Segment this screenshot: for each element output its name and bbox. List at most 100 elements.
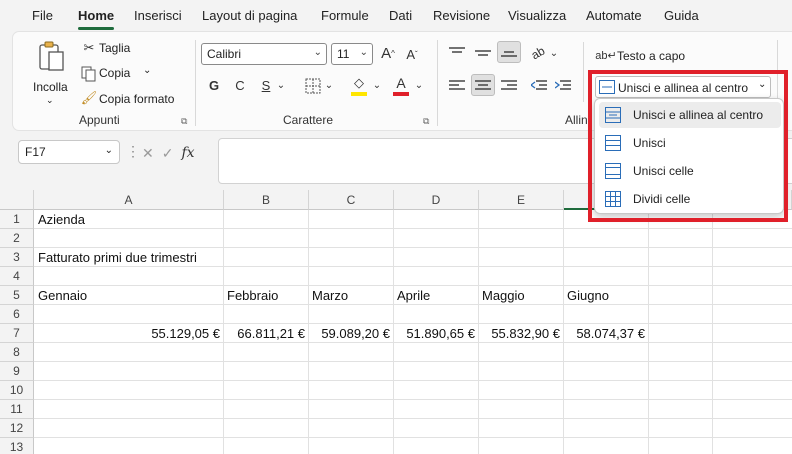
cell-a7[interactable]: 55.129,05 € bbox=[34, 324, 220, 343]
cut-button[interactable]: ✂ Taglia bbox=[81, 40, 141, 58]
tab-data[interactable]: Dati bbox=[389, 8, 412, 23]
row-header-5[interactable]: 5 bbox=[0, 286, 34, 305]
font-size-select[interactable]: 11 ⌄ bbox=[331, 43, 373, 65]
align-middle-icon[interactable] bbox=[475, 46, 491, 60]
tab-insert[interactable]: Inserisci bbox=[134, 8, 182, 23]
active-tab-indicator bbox=[78, 27, 114, 30]
cell-c5[interactable]: Marzo bbox=[312, 286, 348, 305]
cell-f5[interactable]: Giugno bbox=[567, 286, 609, 305]
chevron-down-icon[interactable]: ⌄ bbox=[143, 65, 151, 76]
cell-a3[interactable]: Fatturato primi due trimestri bbox=[38, 248, 197, 267]
row-header-11[interactable]: 11 bbox=[0, 400, 34, 419]
insert-function-icon[interactable]: fx bbox=[181, 145, 194, 161]
fill-color-button[interactable]: ◇ bbox=[349, 75, 371, 97]
chevron-down-icon[interactable]: ⌄ bbox=[371, 76, 383, 94]
underline-button[interactable]: S bbox=[257, 76, 275, 94]
confirm-icon[interactable]: ✓ bbox=[162, 145, 174, 162]
align-left-icon[interactable] bbox=[449, 79, 465, 93]
paintbrush-icon: 🖌 bbox=[80, 90, 98, 105]
more-options-icon[interactable]: ⋮ bbox=[126, 143, 140, 160]
column-gridline bbox=[648, 210, 649, 454]
paste-button[interactable]: Incolla ⌄ bbox=[31, 38, 71, 108]
wrap-text-button[interactable]: ab↵ Testo a capo bbox=[595, 46, 707, 66]
copy-button[interactable]: Copia ⌄ bbox=[81, 65, 161, 83]
tab-review[interactable]: Revisione bbox=[433, 8, 490, 23]
cell-f7[interactable]: 58.074,37 € bbox=[564, 324, 645, 343]
borders-icon[interactable] bbox=[305, 78, 321, 94]
align-bottom-icon bbox=[501, 51, 517, 57]
merge-across-icon bbox=[605, 135, 621, 151]
row-gridline bbox=[34, 399, 792, 400]
column-header-a[interactable]: A bbox=[34, 190, 224, 210]
bold-button[interactable]: G bbox=[205, 76, 223, 94]
dialog-launcher-icon[interactable]: ⧉ bbox=[423, 116, 429, 127]
tab-page-layout[interactable]: Layout di pagina bbox=[202, 8, 297, 23]
wrap-text-label: Testo a capo bbox=[617, 49, 686, 63]
font-color-button[interactable]: A bbox=[391, 75, 413, 97]
merge-center-button[interactable]: Unisci e allinea al centro ⌄ bbox=[595, 76, 771, 98]
font-name-select[interactable]: Calibri ⌄ bbox=[201, 43, 327, 65]
name-box[interactable]: F17 ⌄ bbox=[18, 140, 120, 164]
align-top-icon[interactable] bbox=[449, 46, 465, 60]
row-header-2[interactable]: 2 bbox=[0, 229, 34, 248]
row-header-13[interactable]: 13 bbox=[0, 438, 34, 454]
chevron-down-icon[interactable]: ⌄ bbox=[323, 76, 335, 94]
cancel-icon[interactable]: ✕ bbox=[142, 145, 154, 162]
row-header-6[interactable]: 6 bbox=[0, 305, 34, 324]
column-header-e[interactable]: E bbox=[479, 190, 564, 210]
italic-button[interactable]: C bbox=[231, 76, 249, 94]
increase-indent-icon[interactable] bbox=[555, 79, 571, 93]
tab-formulas[interactable]: Formule bbox=[321, 8, 369, 23]
row-header-9[interactable]: 9 bbox=[0, 362, 34, 381]
decrease-font-size-icon[interactable]: Aˇ bbox=[403, 45, 421, 63]
cell-e5[interactable]: Maggio bbox=[482, 286, 525, 305]
cell-b7[interactable]: 66.811,21 € bbox=[224, 324, 305, 343]
cell-d7[interactable]: 51.890,65 € bbox=[394, 324, 475, 343]
chevron-down-icon[interactable]: ⌄ bbox=[413, 76, 425, 94]
cell-d5[interactable]: Aprile bbox=[397, 286, 430, 305]
tab-home[interactable]: Home bbox=[78, 8, 114, 23]
chevron-down-icon: ⌄ bbox=[758, 79, 767, 90]
cell-c7[interactable]: 59.089,20 € bbox=[309, 324, 390, 343]
row-header-12[interactable]: 12 bbox=[0, 419, 34, 438]
chevron-down-icon[interactable]: ⌄ bbox=[275, 76, 287, 94]
align-center-button[interactable] bbox=[471, 74, 495, 96]
column-header-d[interactable]: D bbox=[394, 190, 479, 210]
menu-item-merge-cells[interactable]: Unisci celle bbox=[599, 158, 781, 184]
cut-label: Taglia bbox=[99, 41, 131, 55]
tab-file[interactable]: File bbox=[32, 8, 53, 23]
dialog-launcher-icon[interactable]: ⧉ bbox=[181, 116, 187, 127]
row-header-10[interactable]: 10 bbox=[0, 381, 34, 400]
menu-item-unmerge-cells[interactable]: Dividi celle bbox=[599, 186, 781, 212]
cell-b5[interactable]: Febbraio bbox=[227, 286, 278, 305]
decrease-indent-icon[interactable] bbox=[531, 79, 547, 93]
row-header-8[interactable]: 8 bbox=[0, 343, 34, 362]
cell-e7[interactable]: 55.832,90 € bbox=[479, 324, 560, 343]
tab-automate[interactable]: Automate bbox=[586, 8, 642, 23]
menu-item-merge-center[interactable]: Unisci e allinea al centro bbox=[599, 102, 781, 128]
scissors-icon: ✂ bbox=[83, 40, 95, 55]
worksheet-grid[interactable]: A B C D E 1 2 3 4 5 6 7 8 9 10 11 12 13 … bbox=[0, 190, 792, 454]
align-bottom-button[interactable] bbox=[497, 41, 521, 63]
increase-font-size-icon[interactable]: A ^ bbox=[379, 44, 397, 62]
tab-view[interactable]: Visualizza bbox=[508, 8, 566, 23]
row-header-1[interactable]: 1 bbox=[0, 210, 34, 229]
column-header-b[interactable]: B bbox=[224, 190, 309, 210]
paste-label: Incolla bbox=[33, 80, 68, 94]
column-header-c[interactable]: C bbox=[309, 190, 394, 210]
copy-label: Copia bbox=[99, 66, 131, 80]
orientation-icon[interactable]: ab bbox=[526, 41, 551, 66]
cell-a5[interactable]: Gennaio bbox=[38, 286, 87, 305]
row-gridline bbox=[34, 361, 792, 362]
select-all-corner[interactable] bbox=[0, 190, 34, 210]
row-header-4[interactable]: 4 bbox=[0, 267, 34, 286]
menu-item-merge-across[interactable]: Unisci bbox=[599, 130, 781, 156]
cell-a1[interactable]: Azienda bbox=[38, 210, 85, 229]
row-header-3[interactable]: 3 bbox=[0, 248, 34, 267]
align-right-icon[interactable] bbox=[501, 79, 517, 93]
chevron-down-icon[interactable]: ⌄ bbox=[549, 44, 559, 62]
row-gridline bbox=[34, 380, 792, 381]
row-header-7[interactable]: 7 bbox=[0, 324, 34, 343]
tab-help[interactable]: Guida bbox=[664, 8, 699, 23]
format-painter-button[interactable]: 🖌 Copia formato bbox=[81, 90, 191, 108]
